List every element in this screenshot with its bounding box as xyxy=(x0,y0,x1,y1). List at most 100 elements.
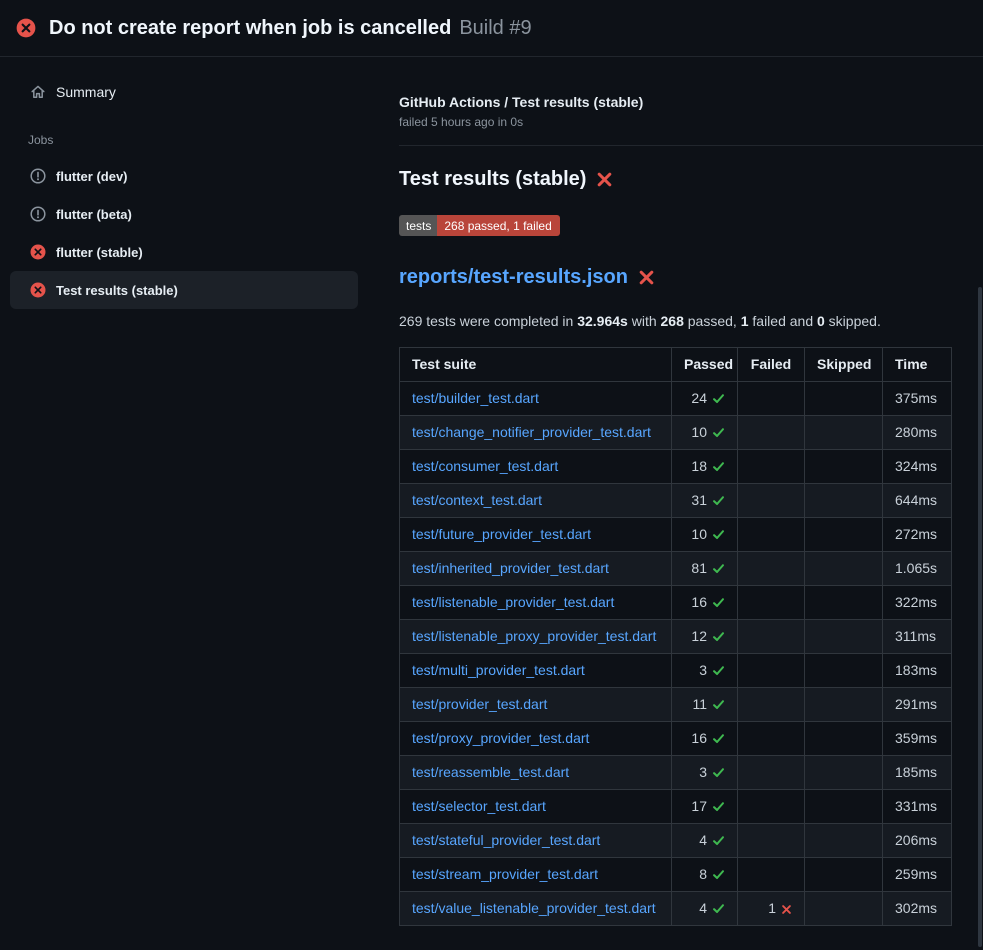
tests-badge: tests 268 passed, 1 failed xyxy=(399,215,560,236)
sidebar-item-flutter-stable[interactable]: flutter (stable) xyxy=(10,233,358,271)
time-cell: 1.065s xyxy=(883,552,952,586)
suite-cell: test/builder_test.dart xyxy=(400,382,672,416)
table-row: test/proxy_provider_test.dart16359ms xyxy=(400,722,952,756)
failed-cell xyxy=(738,790,805,824)
sidebar-item-flutter-dev[interactable]: flutter (dev) xyxy=(10,157,358,195)
test-suite-link[interactable]: test/value_listenable_provider_test.dart xyxy=(412,900,656,916)
test-suite-link[interactable]: test/future_provider_test.dart xyxy=(412,526,591,542)
skipped-cell xyxy=(805,586,883,620)
test-suite-link[interactable]: test/change_notifier_provider_test.dart xyxy=(412,424,651,440)
summary-failed-count: 1 xyxy=(741,313,749,329)
summary-segment: skipped. xyxy=(825,313,881,329)
test-suite-link[interactable]: test/builder_test.dart xyxy=(412,390,539,406)
table-row: test/builder_test.dart24375ms xyxy=(400,382,952,416)
passed-count: 11 xyxy=(692,696,707,712)
check-icon xyxy=(712,729,725,748)
time-cell: 324ms xyxy=(883,450,952,484)
skipped-cell xyxy=(805,858,883,892)
check-icon xyxy=(712,525,725,544)
page-title: Do not create report when job is cancell… xyxy=(49,17,451,40)
passed-cell: 31 xyxy=(672,484,738,518)
skipped-cell xyxy=(805,450,883,484)
test-suite-link[interactable]: test/listenable_provider_test.dart xyxy=(412,594,614,610)
passed-count: 16 xyxy=(691,730,707,746)
test-suite-link[interactable]: test/stateful_provider_test.dart xyxy=(412,832,600,848)
summary-segment: failed and xyxy=(749,313,818,329)
skipped-cell xyxy=(805,518,883,552)
sidebar-item-summary[interactable]: Summary xyxy=(10,73,358,111)
test-suite-link[interactable]: test/inherited_provider_test.dart xyxy=(412,560,609,576)
table-row: test/provider_test.dart11291ms xyxy=(400,688,952,722)
suite-cell: test/proxy_provider_test.dart xyxy=(400,722,672,756)
passed-count: 8 xyxy=(699,866,707,882)
time-cell: 280ms xyxy=(883,416,952,450)
x-circle-icon xyxy=(16,18,36,38)
passed-count: 3 xyxy=(699,764,707,780)
summary-time: 32.964s xyxy=(577,313,628,329)
failed-cell xyxy=(738,654,805,688)
failed-cell xyxy=(738,858,805,892)
skipped-cell xyxy=(805,892,883,926)
summary-segment: with xyxy=(628,313,661,329)
table-row: test/value_listenable_provider_test.dart… xyxy=(400,892,952,926)
test-suite-link[interactable]: test/consumer_test.dart xyxy=(412,458,558,474)
passed-cell: 3 xyxy=(672,654,738,688)
failed-cell xyxy=(738,450,805,484)
time-cell: 302ms xyxy=(883,892,952,926)
check-icon xyxy=(712,423,725,442)
check-icon xyxy=(712,559,725,578)
divider xyxy=(399,145,983,146)
x-circle-icon xyxy=(30,282,46,298)
sidebar-item-test-results-stable[interactable]: Test results (stable) xyxy=(10,271,358,309)
passed-cell: 16 xyxy=(672,586,738,620)
test-table-head-row: Test suitePassedFailedSkippedTime xyxy=(400,348,952,382)
passed-count: 17 xyxy=(691,798,707,814)
skipped-cell xyxy=(805,688,883,722)
skipped-cell xyxy=(805,552,883,586)
test-results-table: Test suitePassedFailedSkippedTime test/b… xyxy=(399,347,952,926)
time-cell: 185ms xyxy=(883,756,952,790)
report-file-heading: reports/test-results.json xyxy=(399,266,952,289)
status-line: failed 5 hours ago in 0s xyxy=(399,115,952,129)
section-title: Test results (stable) xyxy=(399,168,952,191)
test-table-body: test/builder_test.dart24375ms test/change… xyxy=(400,382,952,926)
sidebar-item-flutter-beta[interactable]: flutter (beta) xyxy=(10,195,358,233)
jobs-section-label: Jobs xyxy=(10,133,358,147)
failed-count: 1 xyxy=(768,900,776,916)
test-suite-link[interactable]: test/selector_test.dart xyxy=(412,798,546,814)
check-icon xyxy=(712,457,725,476)
column-header-failed: Failed xyxy=(738,348,805,382)
suite-cell: test/inherited_provider_test.dart xyxy=(400,552,672,586)
test-suite-link[interactable]: test/listenable_proxy_provider_test.dart xyxy=(412,628,656,644)
passed-count: 18 xyxy=(691,458,707,474)
failed-cell xyxy=(738,382,805,416)
skipped-cell xyxy=(805,484,883,518)
passed-count: 81 xyxy=(691,560,707,576)
test-suite-link[interactable]: test/multi_provider_test.dart xyxy=(412,662,585,678)
cancelled-status-icon xyxy=(30,168,46,184)
suite-cell: test/stream_provider_test.dart xyxy=(400,858,672,892)
skipped-cell xyxy=(805,620,883,654)
test-suite-link[interactable]: test/reassemble_test.dart xyxy=(412,764,569,780)
check-icon xyxy=(712,491,725,510)
main-panel: GitHub Actions / Test results (stable) f… xyxy=(368,57,983,926)
column-header-skipped: Skipped xyxy=(805,348,883,382)
passed-count: 3 xyxy=(699,662,707,678)
passed-count: 10 xyxy=(691,526,707,542)
test-suite-link[interactable]: test/proxy_provider_test.dart xyxy=(412,730,589,746)
scrollbar[interactable] xyxy=(978,287,982,947)
test-suite-link[interactable]: test/provider_test.dart xyxy=(412,696,547,712)
table-row: test/reassemble_test.dart 3 185ms xyxy=(400,756,952,790)
job-label: flutter (stable) xyxy=(56,245,143,260)
test-suite-link[interactable]: test/stream_provider_test.dart xyxy=(412,866,598,882)
failed-cell xyxy=(738,552,805,586)
passed-cell: 18 xyxy=(672,450,738,484)
report-file-link[interactable]: reports/test-results.json xyxy=(399,266,628,289)
time-cell: 322ms xyxy=(883,586,952,620)
table-row: test/future_provider_test.dart10272ms xyxy=(400,518,952,552)
summary-skipped-count: 0 xyxy=(817,313,825,329)
test-suite-link[interactable]: test/context_test.dart xyxy=(412,492,542,508)
table-row: test/selector_test.dart17331ms xyxy=(400,790,952,824)
suite-cell: test/selector_test.dart xyxy=(400,790,672,824)
passed-cell: 12 xyxy=(672,620,738,654)
